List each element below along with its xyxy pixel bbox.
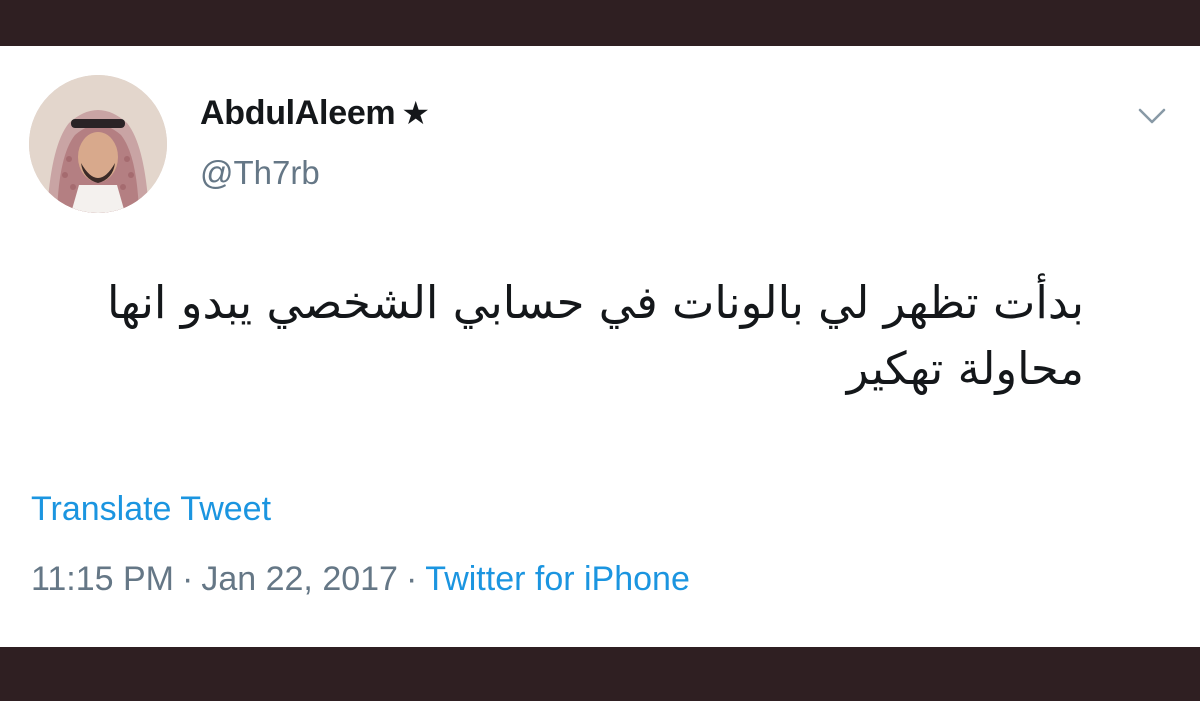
tweet-source-link[interactable]: Twitter for iPhone [425, 560, 690, 598]
translate-tweet-link[interactable]: Translate Tweet [31, 490, 271, 529]
separator-dot: · [182, 560, 194, 598]
star-icon: ★ [401, 95, 430, 131]
tweet-date[interactable]: Jan 22, 2017 [201, 560, 398, 598]
display-name-text: AbdulAleem [200, 94, 396, 132]
chevron-down-icon[interactable] [1134, 98, 1170, 134]
user-handle[interactable]: @Th7rb [200, 154, 320, 192]
tweet-card: AbdulAleem ★ @Th7rb بدأت تظهر لي بالونات … [0, 46, 1200, 647]
tweet-metadata: 11:15 PM · Jan 22, 2017 · Twitter for iPhone [31, 560, 690, 599]
tweet-time: 11:15 PM [31, 560, 175, 598]
avatar[interactable] [29, 75, 167, 213]
screenshot-frame: AbdulAleem ★ @Th7rb بدأت تظهر لي بالونات … [0, 0, 1200, 701]
separator-dot: · [405, 560, 418, 598]
avatar-image [29, 75, 167, 213]
tweet-text: بدأت تظهر لي بالونات في حسابي الشخصي يبد… [106, 276, 1084, 395]
display-name[interactable]: AbdulAleem ★ [200, 94, 430, 133]
